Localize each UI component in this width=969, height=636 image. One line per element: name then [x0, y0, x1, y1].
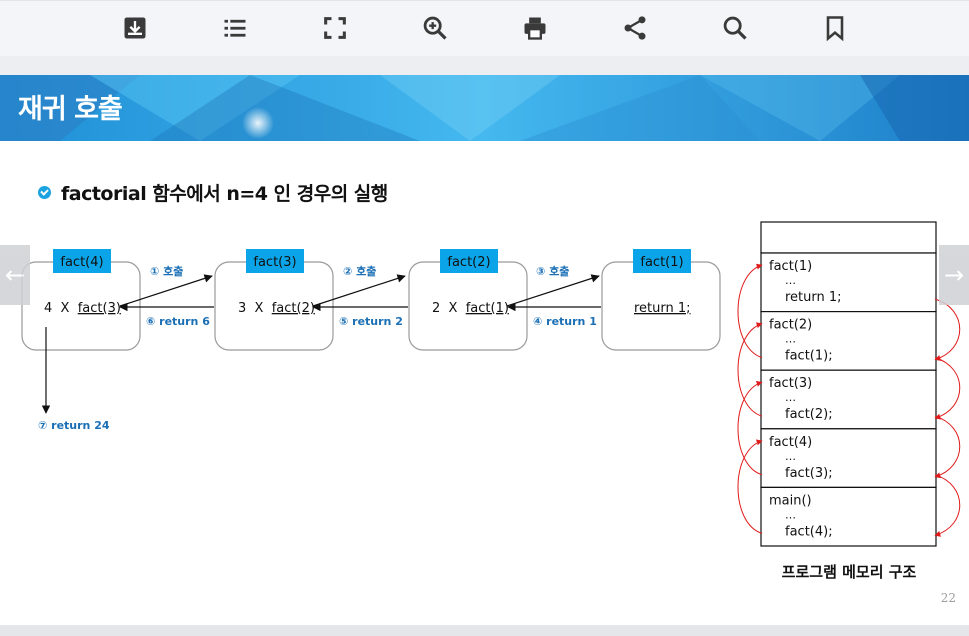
box-tag: fact(1)	[640, 255, 683, 270]
search-button[interactable]	[718, 11, 752, 45]
frame-stmt: return 1;	[785, 290, 842, 305]
banner-background	[0, 75, 969, 141]
bottom-bar	[0, 625, 969, 636]
return-stack-arrow	[934, 415, 961, 479]
box-call: fact(2)	[272, 301, 315, 316]
frame-stmt: fact(4);	[785, 524, 833, 539]
frame-name: fact(1)	[769, 259, 812, 274]
call-label-3: ③ 호출	[536, 264, 569, 278]
fullscreen-icon	[324, 17, 346, 39]
svg-text:3 X fact(2): 3 X fact(2)	[238, 301, 315, 316]
print-button[interactable]	[518, 11, 552, 45]
box-prefix: 4 X	[44, 301, 78, 316]
box-prefix: 2 X	[432, 301, 466, 316]
stack-frame: fact(3)… fact(2);	[760, 369, 937, 430]
frame-stmt: fact(3);	[785, 466, 833, 481]
return-stack-arrow	[934, 357, 961, 420]
stack-frame: main()… fact(4);	[760, 486, 937, 547]
svg-text:return 1;: return 1;	[634, 301, 691, 316]
return-label-6: ⑥ return 6	[146, 315, 210, 328]
recursion-diagram: fact(4) 4 X fact(3) fact(3) 3 X fact(2) …	[21, 221, 961, 581]
share-icon	[624, 16, 646, 40]
frame-dots: …	[785, 333, 796, 346]
share-button[interactable]	[618, 11, 652, 45]
box-call: return 1;	[634, 301, 691, 316]
box-call: fact(1)	[466, 301, 509, 316]
box-tag: fact(4)	[60, 255, 103, 270]
download-icon	[124, 17, 146, 39]
title-banner: 재귀 호출	[0, 75, 969, 141]
next-page-button[interactable]: →	[939, 245, 969, 305]
bookmark-button[interactable]	[818, 11, 852, 45]
call-label-2: ② 호출	[343, 264, 376, 278]
prev-page-button[interactable]: ←	[0, 245, 30, 305]
call-stack-arrow	[737, 380, 763, 476]
frame-name: fact(2)	[769, 318, 812, 333]
return-stack-arrow	[934, 474, 961, 537]
call-label-1: ① 호출	[150, 264, 183, 278]
final-return-label: ⑦ return 24	[38, 419, 110, 432]
box-call: fact(3)	[78, 301, 121, 316]
print-icon	[524, 17, 546, 40]
frame-stmt: fact(1);	[785, 349, 833, 364]
box-tag: fact(3)	[253, 255, 296, 270]
return-label-5: ⑤ return 2	[339, 315, 403, 328]
call-stack-arrow	[737, 263, 763, 359]
call-stack-arrow	[737, 439, 763, 534]
slide-title: 재귀 호출	[18, 94, 123, 125]
box-prefix: 3 X	[238, 301, 272, 316]
download-button[interactable]	[118, 11, 152, 45]
stack-frame: fact(4)… fact(3);	[760, 428, 937, 488]
list-icon	[224, 19, 246, 37]
return-stack-arrow	[934, 298, 961, 361]
memory-stack: fact(1)…return 1;fact(2)…fact(1);fact(3)…	[760, 221, 937, 547]
search-icon	[723, 16, 747, 40]
memory-caption: 프로그램 메모리 구조	[782, 563, 917, 581]
stack-frame: fact(2)… fact(1);	[760, 311, 937, 371]
call-box-1: fact(4) 4 X fact(3)	[21, 249, 141, 351]
frame-stmt: fact(2);	[785, 407, 833, 422]
box-tag: fact(2)	[447, 255, 490, 270]
bookmark-icon	[826, 16, 844, 42]
frame-dots: …	[785, 274, 796, 287]
stack-frame: fact(1)… return 1;	[760, 252, 937, 313]
zoom-in-button[interactable]	[418, 11, 452, 45]
frame-dots: …	[785, 508, 796, 521]
fullscreen-button[interactable]	[318, 11, 352, 45]
list-button[interactable]	[218, 11, 252, 45]
zoom-in-icon	[423, 16, 447, 40]
frame-name: fact(4)	[769, 435, 812, 450]
call-box-3: fact(2) 2 X fact(1)	[408, 249, 528, 351]
call-box-2: fact(3) 3 X fact(2)	[214, 249, 334, 351]
frame-name: fact(3)	[769, 376, 812, 391]
call-box-4: fact(1) return 1;	[601, 249, 721, 351]
frame-dots: …	[785, 391, 796, 404]
slide-page: 재귀 호출 factorial 함수에서 n=4 인 경우의 실행 fact(4…	[0, 75, 969, 625]
return-label-4: ④ return 1	[533, 315, 597, 328]
frame-name: main()	[769, 493, 812, 508]
call-stack-arrow	[737, 322, 763, 417]
frame-dots: …	[785, 450, 796, 463]
svg-text:2 X fact(1): 2 X fact(1)	[432, 301, 509, 316]
svg-text:4 X fact(3): 4 X fact(3)	[44, 301, 121, 316]
page-number: 22	[940, 591, 956, 605]
viewer-toolbar	[0, 0, 969, 56]
